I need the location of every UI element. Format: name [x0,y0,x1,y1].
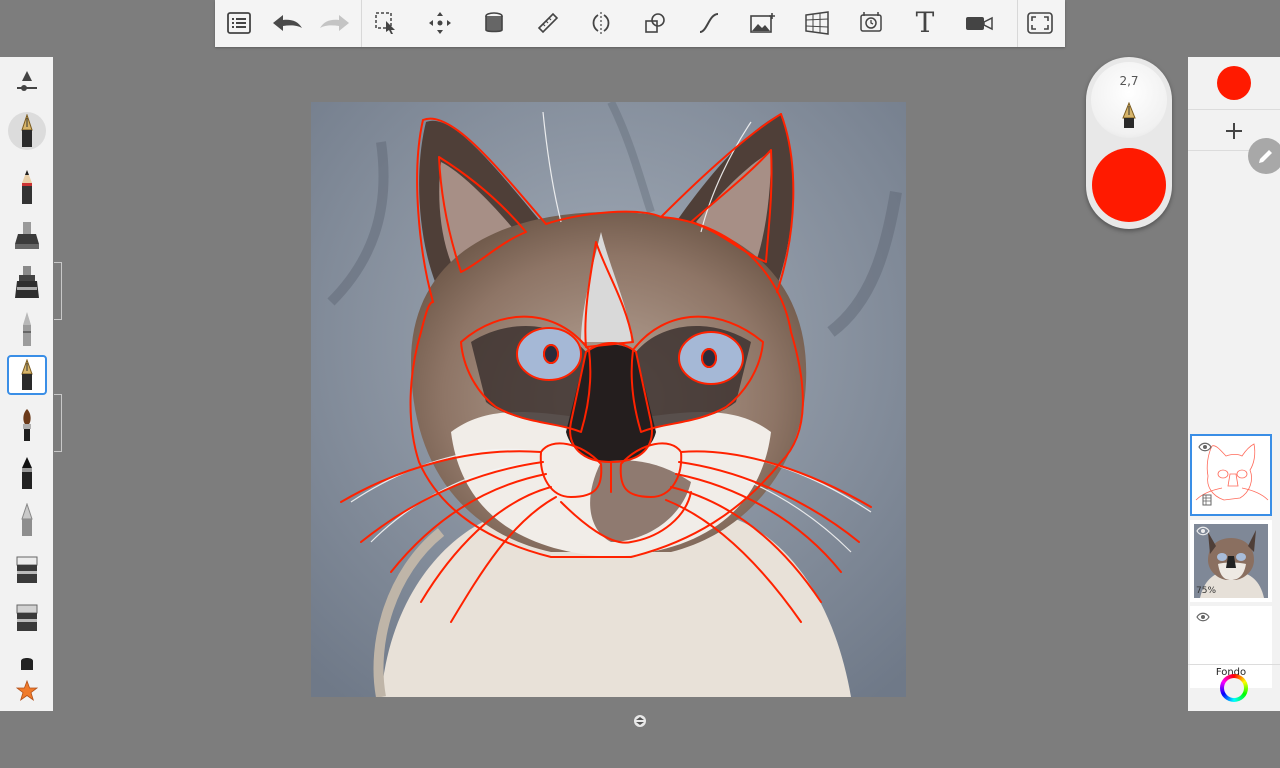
brush-tip-icon [21,658,33,670]
add-layer-button[interactable] [1218,115,1250,147]
canvas-artwork [311,102,906,697]
layer-lock-icon[interactable] [1202,494,1212,506]
shapes-icon [645,13,665,33]
brush-ink-pen[interactable] [7,355,47,395]
toolbar-separator [361,0,362,47]
curve-icon [699,13,719,33]
brush-soft-eraser[interactable] [7,598,47,638]
eye-icon[interactable] [1196,612,1210,622]
perspective-icon [805,11,829,35]
drawing-canvas[interactable] [311,102,906,697]
layer-photo[interactable]: 75% [1190,520,1272,602]
gallery-menu-icon [227,12,251,34]
symmetry-button[interactable] [581,4,621,42]
brush-puck[interactable]: 2,7 [1086,57,1172,229]
eraser-icon [16,556,38,583]
pencil-edit-icon [1259,150,1272,163]
brush-size-control[interactable]: 2,7 [1091,62,1167,138]
ruler-button[interactable] [528,4,568,42]
ruler-icon [537,12,559,34]
undo-button[interactable] [267,4,307,42]
symmetry-icon [592,12,610,34]
layer-edit-button[interactable] [1248,138,1280,174]
panel-divider [1188,664,1280,665]
panel-divider [1188,109,1280,110]
toolbar-separator [1017,0,1018,47]
layer-opacity: 75% [1196,586,1217,596]
brush-properties-button[interactable] [7,63,47,103]
ink-pen-icon [21,359,33,390]
current-color-swatch[interactable] [1217,66,1251,100]
brush-airbrush[interactable] [7,215,47,255]
favorite-brushes-button[interactable] [7,675,47,707]
transform-button[interactable] [420,4,460,42]
star-icon [16,680,38,702]
brush-overflow-item[interactable] [7,651,47,675]
video-icon [966,16,993,31]
undo-icon [273,15,302,31]
fullscreen-button[interactable] [1020,4,1060,42]
brush-ballpoint[interactable] [7,309,47,349]
selection-icon [375,12,395,34]
ballpoint-icon [23,312,31,346]
brush-palette-group-bracket [54,262,62,320]
text-button[interactable]: T [905,4,945,42]
curve-button[interactable] [689,4,729,42]
shapes-button[interactable] [635,4,675,42]
perspective-button[interactable] [797,4,837,42]
pen-nib-icon [21,114,33,147]
paintbrush-icon [23,409,31,441]
redo-icon [320,15,349,31]
add-image-icon [750,13,775,33]
eye-icon[interactable] [1196,526,1210,536]
add-image-button[interactable] [743,4,783,42]
canvas-rotate-icon[interactable] [633,713,647,732]
brush-palette [0,57,53,711]
fill-bucket-icon [485,12,503,33]
pencil-icon [22,170,32,204]
brush-smudge[interactable] [7,500,47,540]
text-icon: T [915,6,935,39]
selection-button[interactable] [366,4,406,42]
marker-icon [15,266,39,298]
brush-pencil[interactable] [7,167,47,207]
eye-icon[interactable] [1198,442,1212,452]
time-lapse-icon [860,12,882,32]
brush-eraser[interactable] [7,550,47,590]
brush-chisel-marker[interactable] [7,453,47,493]
chisel-marker-icon [22,457,32,489]
brush-size-value: 2,7 [1119,74,1139,88]
brush-palette-group-bracket [54,394,62,452]
brush-settings-icon [17,71,37,91]
transform-icon [429,12,451,34]
pen-nib-icon [1122,102,1136,128]
fill-bucket-button[interactable] [474,4,514,42]
time-lapse-button[interactable] [851,4,891,42]
brush-marker[interactable] [7,262,47,302]
gallery-menu-button[interactable] [219,4,259,42]
top-toolbar: T [215,0,1065,47]
plus-icon [1226,123,1242,139]
airbrush-icon [15,222,39,249]
brush-pen[interactable] [7,111,47,151]
fullscreen-icon [1027,12,1053,34]
soft-eraser-icon [16,604,38,631]
brush-color-swatch[interactable] [1092,148,1166,222]
brush-paintbrush[interactable] [7,405,47,445]
layer-sketch[interactable] [1190,434,1272,516]
video-button[interactable] [959,4,999,42]
color-wheel-button[interactable] [1220,674,1248,702]
smudge-icon [21,503,33,536]
redo-button[interactable] [315,4,355,42]
